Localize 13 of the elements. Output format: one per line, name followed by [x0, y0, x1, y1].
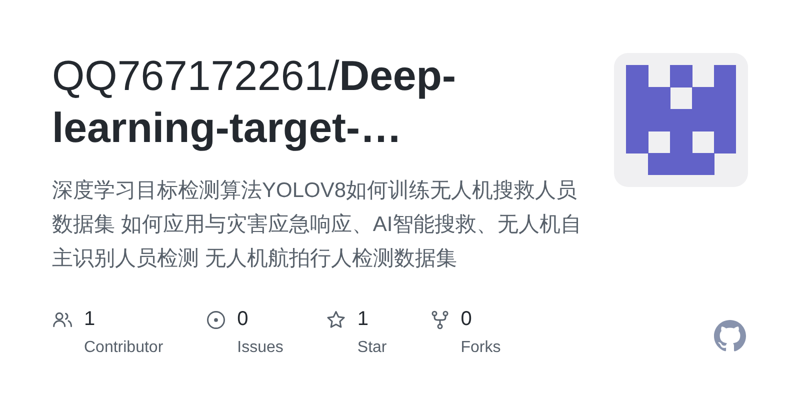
stat-count: 1 [84, 308, 96, 331]
stat-label: Star [357, 339, 387, 357]
issue-icon [205, 308, 228, 330]
stat-count: 0 [460, 308, 472, 331]
stat-label: Contributor [84, 339, 164, 357]
stat-label: Issues [237, 339, 284, 357]
repository-description: 深度学习目标检测算法YOLOV8如何训练无人机搜救人员数据集 如何应用与灾害应急响应、AI智能搜救、无人机自主识别人员检测 无人机航拍行人检测数据集 [52, 178, 582, 272]
stat-count: 1 [357, 308, 369, 331]
repository-title: QQ767172261/Deep-learning-target-… [52, 51, 457, 153]
cat-logo-icon [714, 320, 746, 352]
stat-label: Forks [460, 339, 501, 357]
star-icon [325, 308, 348, 330]
stat-count: 0 [237, 308, 248, 331]
